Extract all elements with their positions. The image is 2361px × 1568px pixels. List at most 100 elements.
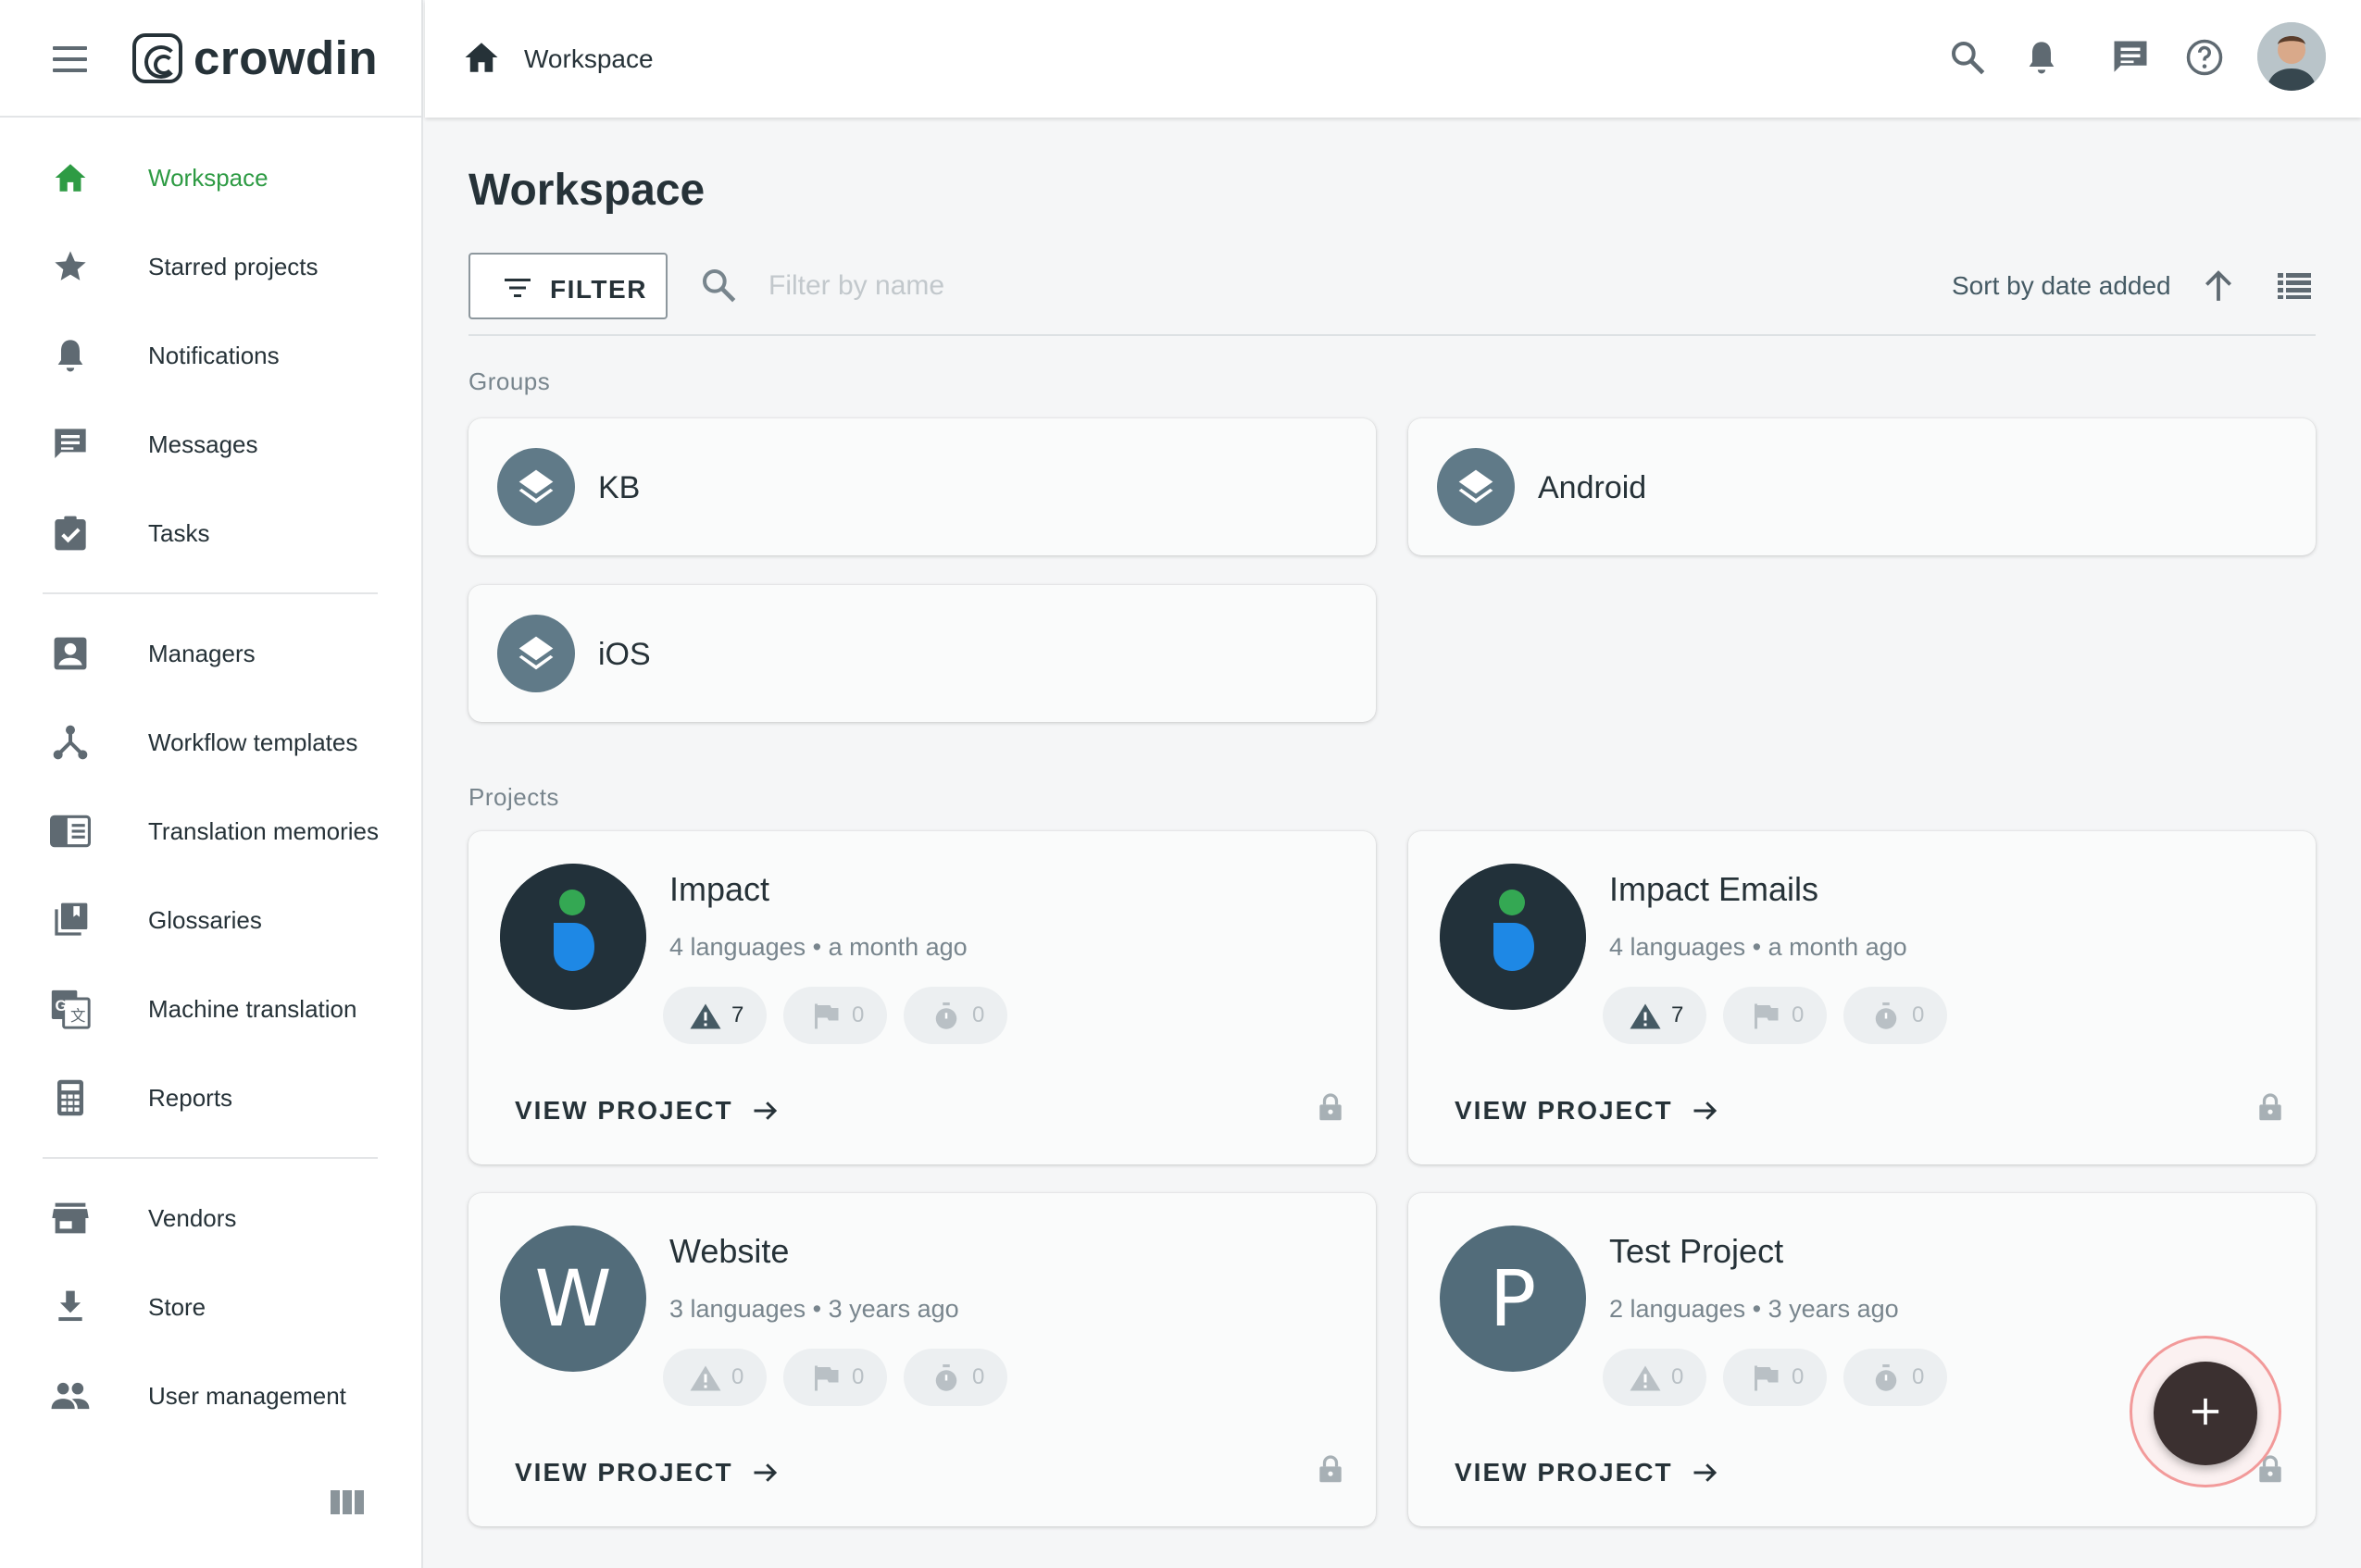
- filter-list-icon: [504, 277, 531, 299]
- project-card-website[interactable]: W Website 3 languages • 3 years ago 0 0 …: [468, 1193, 1376, 1526]
- home-icon[interactable]: [462, 39, 501, 78]
- sidebar-item-machine-translation[interactable]: G文 Machine translation: [0, 972, 421, 1046]
- svg-text:文: 文: [70, 1007, 86, 1025]
- group-name: iOS: [598, 637, 651, 672]
- timers-count: 0: [972, 1002, 985, 1027]
- issues-chip[interactable]: 0: [1603, 1349, 1706, 1406]
- flag-icon: [809, 1002, 843, 1030]
- view-project-link[interactable]: VIEW PROJECT: [1455, 1096, 1719, 1126]
- arrow-up-icon[interactable]: [2201, 268, 2236, 304]
- help-icon[interactable]: [2184, 37, 2225, 78]
- sidebar: crowdin Workspace Starred projects Notif…: [0, 0, 423, 1568]
- warning-icon: [1629, 1002, 1662, 1030]
- issues-chip[interactable]: 0: [663, 1349, 767, 1406]
- flags-count: 0: [1792, 1002, 1805, 1027]
- project-card-impact-emails[interactable]: Impact Emails 4 languages • a month ago …: [1408, 831, 2316, 1164]
- timers-chip[interactable]: 0: [1843, 987, 1947, 1044]
- flags-chip[interactable]: 0: [783, 1349, 887, 1406]
- flag-icon: [1749, 1002, 1782, 1030]
- project-card-impact[interactable]: Impact 4 languages • a month ago 7 0 0 V…: [468, 831, 1376, 1164]
- flag-icon: [809, 1364, 843, 1392]
- sidebar-item-messages[interactable]: Messages: [0, 407, 421, 481]
- sidebar-divider: [43, 1157, 378, 1159]
- view-project-link[interactable]: VIEW PROJECT: [515, 1096, 780, 1126]
- workflow-icon: [50, 722, 91, 763]
- filter-button[interactable]: FILTER: [468, 253, 668, 319]
- sidebar-item-glossaries[interactable]: Glossaries: [0, 883, 421, 957]
- bell-icon: [50, 335, 91, 376]
- flags-chip[interactable]: 0: [783, 987, 887, 1044]
- search-icon[interactable]: [1947, 37, 1988, 78]
- issues-chip[interactable]: 7: [1603, 987, 1706, 1044]
- arrow-right-icon: [1692, 1099, 1719, 1123]
- store-front-icon: [50, 1198, 91, 1238]
- project-name[interactable]: Impact Emails: [1609, 870, 1818, 909]
- issues-count: 0: [731, 1364, 744, 1389]
- sidebar-header: crowdin: [0, 0, 421, 118]
- view-project-link[interactable]: VIEW PROJECT: [1455, 1458, 1719, 1487]
- warning-icon: [1629, 1364, 1662, 1392]
- sidebar-item-label: Reports: [148, 1083, 233, 1112]
- timer-icon: [1869, 1002, 1903, 1030]
- list-view-icon[interactable]: [2277, 271, 2312, 301]
- bell-icon[interactable]: [2021, 37, 2062, 78]
- flags-chip[interactable]: 0: [1723, 987, 1827, 1044]
- calculator-icon: [50, 1077, 91, 1118]
- project-name[interactable]: Impact: [669, 870, 769, 909]
- sidebar-item-workspace[interactable]: Workspace: [0, 141, 421, 215]
- crowdin-logo[interactable]: crowdin: [132, 31, 378, 85]
- layers-icon: [1437, 448, 1515, 526]
- menu-icon[interactable]: [53, 46, 87, 72]
- layers-icon: [497, 448, 575, 526]
- group-card-kb[interactable]: KB: [468, 418, 1376, 555]
- message-icon[interactable]: [2110, 37, 2151, 78]
- sidebar-item-label: Workspace: [148, 163, 269, 192]
- filter-by-name-input[interactable]: [768, 262, 1417, 310]
- project-meta: 3 languages • 3 years ago: [669, 1295, 959, 1323]
- breadcrumb[interactable]: Workspace: [524, 44, 654, 74]
- group-card-android[interactable]: Android: [1408, 418, 2316, 555]
- project-meta: 4 languages • a month ago: [1609, 933, 1907, 961]
- timers-chip[interactable]: 0: [904, 987, 1007, 1044]
- sidebar-item-vendors[interactable]: Vendors: [0, 1181, 421, 1255]
- issues-chip[interactable]: 7: [663, 987, 767, 1044]
- project-name[interactable]: Test Project: [1609, 1232, 1783, 1271]
- timers-count: 0: [1912, 1002, 1925, 1027]
- issues-count: 7: [731, 1002, 744, 1027]
- avatar[interactable]: [2257, 22, 2326, 91]
- create-project-button[interactable]: [2154, 1362, 2257, 1465]
- lock-icon: [1318, 1092, 1343, 1122]
- flags-count: 0: [1792, 1364, 1805, 1389]
- timers-chip[interactable]: 0: [1843, 1349, 1947, 1406]
- impact-logo: [500, 864, 646, 1010]
- view-project-label: VIEW PROJECT: [515, 1096, 733, 1125]
- arrow-right-icon: [752, 1099, 780, 1123]
- view-project-link[interactable]: VIEW PROJECT: [515, 1458, 780, 1487]
- group-card-ios[interactable]: iOS: [468, 585, 1376, 722]
- sidebar-item-starred-projects[interactable]: Starred projects: [0, 230, 421, 304]
- sidebar-item-user-management[interactable]: User management: [0, 1359, 421, 1433]
- view-columns-icon[interactable]: [329, 1488, 366, 1516]
- lock-icon: [2258, 1092, 2282, 1122]
- groups-section-label: Groups: [468, 367, 551, 395]
- timers-chip[interactable]: 0: [904, 1349, 1007, 1406]
- sidebar-item-managers[interactable]: Managers: [0, 616, 421, 691]
- project-name[interactable]: Website: [669, 1232, 789, 1271]
- project-avatar: P: [1440, 1226, 1586, 1372]
- sidebar-item-store[interactable]: Store: [0, 1270, 421, 1344]
- sort-dropdown[interactable]: Sort by date added: [1952, 271, 2171, 301]
- sidebar-item-label: Machine translation: [148, 994, 357, 1023]
- svg-text:G: G: [56, 998, 68, 1014]
- sidebar-item-tasks[interactable]: Tasks: [0, 496, 421, 570]
- message-icon: [50, 424, 91, 465]
- impact-logo: [1440, 864, 1586, 1010]
- sidebar-item-translation-memories[interactable]: Translation memories: [0, 794, 421, 868]
- sidebar-item-workflow-templates[interactable]: Workflow templates: [0, 705, 421, 779]
- search-icon: [700, 267, 739, 305]
- flags-chip[interactable]: 0: [1723, 1349, 1827, 1406]
- machine-translation-icon: G文: [50, 989, 91, 1029]
- sidebar-item-notifications[interactable]: Notifications: [0, 318, 421, 392]
- sidebar-item-reports[interactable]: Reports: [0, 1061, 421, 1135]
- top-bar: Workspace: [425, 0, 2361, 118]
- sidebar-item-label: Workflow templates: [148, 728, 358, 756]
